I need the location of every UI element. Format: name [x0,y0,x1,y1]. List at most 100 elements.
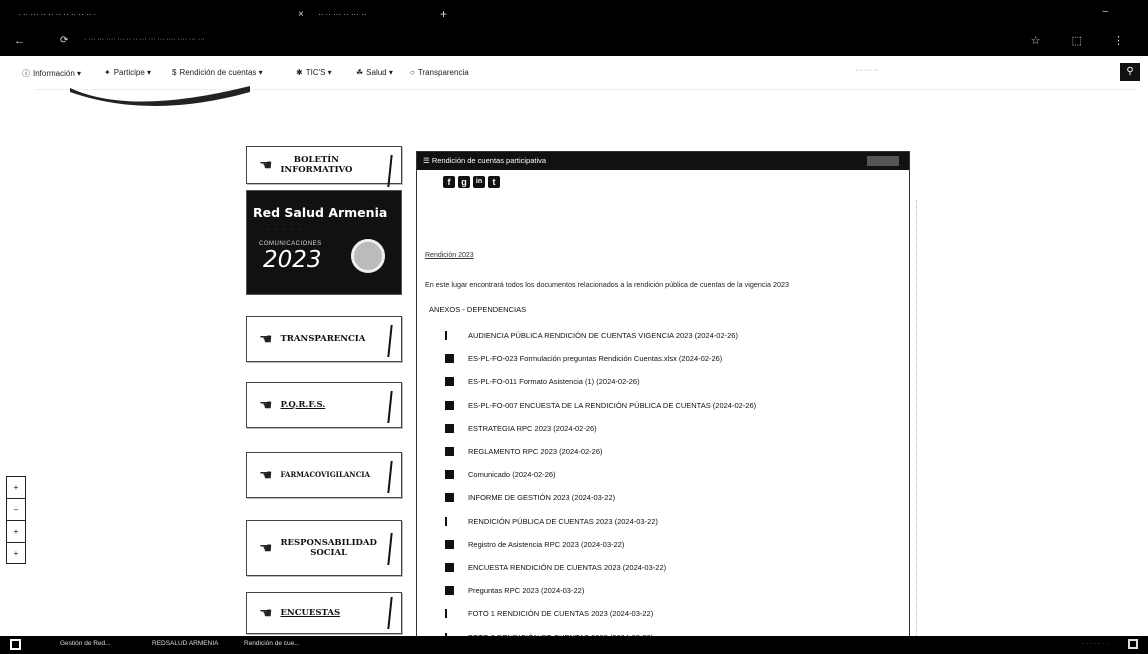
boletin-informativo-card[interactable]: ☚ BOLETÍN INFORMATIVO [246,146,402,187]
list-item[interactable]: ES-PL-FO-007 ENCUESTA DE LA RENDICIÓN PÚ… [445,394,756,417]
accessibility-toolbar: + – + + [6,476,26,564]
file-icon [445,470,454,480]
taskbar-item[interactable]: Gestión de Red... [60,640,111,647]
menu-item-participe[interactable]: ✦ Participe ▾ [104,68,151,77]
menu-item-label: Salud ▾ [366,68,393,77]
search-button[interactable]: ⚲ [1120,63,1140,81]
list-item[interactable]: ENCUESTA RENDICIÓN DE CUENTAS 2023 (2024… [445,556,756,579]
document-link[interactable]: RENDICIÓN PÚBLICA DE CUENTAS 2023 (2024-… [468,517,658,526]
file-icon [445,400,454,410]
document-list: AUDIENCIA PÚBLICA RENDICIÓN DE CUENTAS V… [445,324,756,649]
zoom-in-button[interactable]: + [7,477,25,499]
system-tray: · · · · · · · [1082,640,1108,647]
taskbar-item[interactable]: REDSALUD ARMENIA [152,640,218,647]
red-salud-promo-banner[interactable]: Red Salud Armenia ····· COMUNICACIONES 2… [246,190,402,295]
document-link[interactable]: Registro de Asistencia RPC 2023 (2024-03… [468,540,624,549]
os-taskbar: Gestión de Red... REDSALUD ARMENIA Rendi… [0,636,1148,654]
url-field[interactable]: · ··· ··· ···· ··· ·· ·· ··· ··· ··· ···… [84,36,205,43]
file-icon [445,562,454,572]
document-link[interactable]: ES-PL-FO-007 ENCUESTA DE LA RENDICIÓN PÚ… [468,401,756,410]
menu-item-label: Transparencia [417,68,469,77]
card-label: TRANSPARENCIA [280,334,366,344]
card-label: FARMACOVIGILANCIA [280,470,370,479]
document-link[interactable]: Comunicado (2024-02-26) [468,470,556,479]
document-link[interactable]: ENCUESTA RENDICIÓN DE CUENTAS 2023 (2024… [468,563,666,572]
contrast-button[interactable]: + [7,521,25,543]
document-link[interactable]: ES-PL-FO-011 Formato Asistencia (1) (202… [468,377,640,386]
card-label-line1: BOLETÍN [293,155,340,165]
card-label-line2: SOCIAL [310,548,348,558]
menu-item-transparencia[interactable]: ○ Transparencia [410,68,469,77]
notification-icon[interactable] [1128,639,1138,649]
list-item[interactable]: REGLAMENTO RPC 2023 (2024-02-26) [445,440,756,463]
document-link[interactable]: ESTRATEGIA RPC 2023 (2024-02-26) [468,424,597,433]
encuestas-card[interactable]: ☚ ENCUESTAS [246,592,402,634]
browser-tab-2[interactable]: ·· ·· ··· ·· ··· ·· [318,6,428,24]
document-link[interactable]: REGLAMENTO RPC 2023 (2024-02-26) [468,447,603,456]
file-icon [445,377,454,387]
list-item[interactable]: FOTO 1 RENDICIÓN DE CUENTAS 2023 (2024-0… [445,602,756,625]
browser-toolbar-icons[interactable]: ☆ ⬚ ⋮ [1031,34,1138,47]
file-icon [445,493,454,503]
responsabilidad-social-card[interactable]: ☚ RESPONSABILIDAD SOCIAL [246,520,402,576]
dollar-icon: $ [172,68,177,77]
zoom-out-button[interactable]: – [7,499,25,521]
participe-icon: ✦ [104,68,111,77]
annex-heading: ANEXOS - DEPENDENCIAS [429,305,527,314]
document-link[interactable]: AUDIENCIA PÚBLICA RENDICIÓN DE CUENTAS V… [468,331,738,340]
file-icon [445,539,454,549]
promo-image [351,239,385,273]
facebook-icon[interactable]: f [443,176,455,188]
menu-item-salud[interactable]: ☘ Salud ▾ [356,68,393,77]
search-icon: ⚲ [1126,66,1134,77]
section-link[interactable]: Rendición 2023 [425,252,474,259]
document-link[interactable]: Preguntas RPC 2023 (2024-03-22) [468,586,584,595]
menu-right-text: ··· ··· ·· [855,67,878,74]
list-item[interactable]: Preguntas RPC 2023 (2024-03-22) [445,579,756,602]
list-item[interactable]: Registro de Asistencia RPC 2023 (2024-03… [445,533,756,556]
list-item[interactable]: ES-PL-FO-011 Formato Asistencia (1) (202… [445,370,756,393]
reset-button[interactable]: + [7,543,25,565]
transparencia-card[interactable]: ☚ TRANSPARENCIA [246,316,402,362]
list-item[interactable]: Comunicado (2024-02-26) [445,463,756,486]
info-icon: ⓘ [22,69,30,78]
list-item[interactable]: AUDIENCIA PÚBLICA RENDICIÓN DE CUENTAS V… [445,324,756,347]
menu-icon: ☰ [423,156,432,165]
panel-title: Rendición de cuentas participativa [431,156,547,165]
hand-icon: ☚ [259,605,273,622]
linkedin-icon[interactable]: in [473,176,485,188]
reload-icon[interactable]: ⟳ [60,35,68,46]
document-link[interactable]: INFORME DE GESTIÓN 2023 (2024-03-22) [468,493,615,502]
tab-close-icon[interactable]: × [298,9,304,20]
card-label: P.Q.R.F.S. [280,400,326,410]
menu-item-informacion[interactable]: ⓘ Información ▾ [22,68,81,79]
start-icon[interactable] [10,639,21,650]
panel-header-button[interactable] [867,156,899,166]
pqrfs-card[interactable]: ☚ P.Q.R.F.S. [246,382,402,428]
list-item[interactable]: RENDICIÓN PÚBLICA DE CUENTAS 2023 (2024-… [445,510,756,533]
card-label: BOLETÍN INFORMATIVO [280,155,352,175]
window-minimize-icon[interactable]: – [1102,6,1108,17]
menu-item-label: Rendición de cuentas ▾ [179,68,263,77]
file-icon [445,354,454,364]
back-arrow-icon[interactable]: ← [14,35,25,47]
google-icon[interactable]: g [458,176,470,188]
browser-tab-1[interactable]: · ·· ··· ·· ·· ·· ·· ·· ·· ·· · [18,6,248,24]
taskbar-item[interactable]: Rendición de cue... [244,640,300,647]
farmacovigilancia-card[interactable]: ☚ FARMACOVIGILANCIA [246,452,402,498]
new-tab-icon[interactable]: + [440,7,447,21]
card-label-line2: INFORMATIVO [280,165,353,175]
menu-item-label: Participe ▾ [113,68,152,77]
menu-item-label: Información ▾ [33,69,82,78]
list-item[interactable]: INFORME DE GESTIÓN 2023 (2024-03-22) [445,486,756,509]
tics-icon: ✱ [296,68,303,77]
list-item[interactable]: ESTRATEGIA RPC 2023 (2024-02-26) [445,417,756,440]
twitter-icon[interactable]: t [488,176,500,188]
list-item[interactable]: ES-PL-FO-023 Formulación preguntas Rendi… [445,347,756,370]
file-icon [445,423,454,433]
document-link[interactable]: FOTO 1 RENDICIÓN DE CUENTAS 2023 (2024-0… [468,609,653,618]
hand-icon: ☚ [259,397,273,414]
menu-item-tics[interactable]: ✱ TIC'S ▾ [296,68,332,77]
document-link[interactable]: ES-PL-FO-023 Formulación preguntas Rendi… [468,354,722,363]
menu-item-rendicion[interactable]: $ Rendición de cuentas ▾ [172,68,263,77]
